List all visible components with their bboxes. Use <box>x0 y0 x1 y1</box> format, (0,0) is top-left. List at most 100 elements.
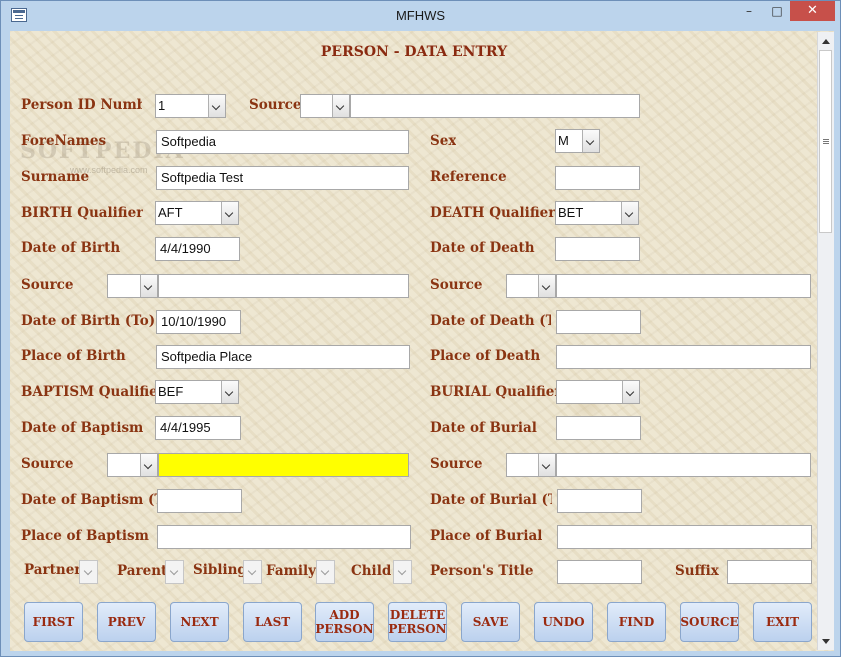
date-of-burial-input[interactable] <box>556 416 641 440</box>
source-death-combo[interactable] <box>506 274 556 298</box>
app-window: MFHWS – □ ✕ PERSON - DATA ENTRY SOFTPEDI… <box>0 0 841 657</box>
date-of-baptism-to-label: Date of Baptism (To) <box>21 492 157 508</box>
scroll-thumb[interactable] <box>819 50 832 233</box>
next-button[interactable]: NEXT <box>170 602 229 642</box>
place-of-burial-input[interactable] <box>557 525 812 549</box>
undo-button[interactable]: UNDO <box>534 602 593 642</box>
chevron-down-icon[interactable] <box>538 275 555 297</box>
chevron-down-icon[interactable] <box>221 202 238 224</box>
chevron-down-icon[interactable] <box>208 95 225 117</box>
grip-icon <box>823 139 829 140</box>
persons-title-label: Person's Title <box>430 563 534 579</box>
partner-dropdown[interactable] <box>79 560 98 584</box>
vertical-scrollbar[interactable] <box>817 32 834 650</box>
source-baptism-text[interactable] <box>158 453 409 477</box>
place-of-birth-input[interactable]: Softpedia Place <box>156 345 410 369</box>
chevron-down-icon[interactable] <box>221 381 238 403</box>
source-button[interactable]: SOURCE <box>680 602 739 642</box>
date-of-birth-to-label: Date of Birth (To) <box>21 313 156 329</box>
date-of-burial-label: Date of Burial <box>430 420 537 436</box>
source-baptism-label: Source <box>21 456 74 472</box>
sibling-dropdown[interactable] <box>243 560 262 584</box>
source-birth-combo[interactable] <box>107 274 158 298</box>
date-of-birth-to-input[interactable]: 10/10/1990 <box>156 310 241 334</box>
family-dropdown[interactable] <box>316 560 335 584</box>
surname-label: Surname <box>21 169 90 185</box>
date-of-burial-to-label: Date of Burial (To) <box>430 492 552 508</box>
suffix-input[interactable] <box>727 560 812 584</box>
chevron-down-icon[interactable] <box>622 381 639 403</box>
source-top-label: Source <box>249 97 302 113</box>
birth-qualifier-combo[interactable]: AFT <box>155 201 239 225</box>
date-of-death-label: Date of Death <box>430 240 535 256</box>
chevron-down-icon[interactable] <box>140 454 157 476</box>
forenames-label: ForeNames <box>21 133 107 149</box>
scroll-down-arrow-icon[interactable] <box>818 633 834 650</box>
persons-title-input[interactable] <box>557 560 642 584</box>
title-bar: MFHWS – □ ✕ <box>1 1 840 31</box>
chevron-down-icon[interactable] <box>621 202 638 224</box>
chevron-down-icon[interactable] <box>538 454 555 476</box>
birth-qualifier-value: AFT <box>158 205 183 220</box>
maximize-button[interactable]: □ <box>766 1 788 21</box>
date-of-death-to-label: Date of Death (To) <box>430 313 551 329</box>
prev-button[interactable]: PREV <box>97 602 156 642</box>
first-button[interactable]: FIRST <box>24 602 83 642</box>
minimize-button[interactable]: – <box>738 1 760 21</box>
date-of-death-input[interactable] <box>555 237 640 261</box>
date-of-burial-to-input[interactable] <box>557 489 642 513</box>
sex-label: Sex <box>430 133 457 149</box>
reference-input[interactable] <box>555 166 640 190</box>
date-of-birth-input[interactable]: 4/4/1990 <box>155 237 240 261</box>
delete-person-button[interactable]: DELETE PERSON <box>388 602 447 642</box>
place-of-burial-label: Place of Burial <box>430 528 543 544</box>
source-burial-text[interactable] <box>556 453 811 477</box>
chevron-down-icon[interactable] <box>582 130 599 152</box>
place-of-death-input[interactable] <box>556 345 811 369</box>
sex-value: M <box>558 133 569 148</box>
parent-dropdown[interactable] <box>165 560 184 584</box>
source-death-text[interactable] <box>556 274 811 298</box>
form-title: PERSON - DATA ENTRY <box>320 44 508 60</box>
source-top-combo[interactable] <box>300 94 350 118</box>
person-id-value: 1 <box>158 98 166 113</box>
source-baptism-combo[interactable] <box>107 453 158 477</box>
close-button[interactable]: ✕ <box>790 1 835 21</box>
place-of-baptism-label: Place of Baptism <box>21 528 149 544</box>
date-of-baptism-input[interactable]: 4/4/1995 <box>155 416 241 440</box>
forenames-input[interactable]: Softpedia <box>156 130 409 154</box>
suffix-label: Suffix <box>675 563 719 579</box>
save-button[interactable]: SAVE <box>461 602 520 642</box>
source-birth-text[interactable] <box>158 274 409 298</box>
last-button[interactable]: LAST <box>243 602 302 642</box>
death-qualifier-value: BET <box>558 205 584 220</box>
window-title: MFHWS <box>395 8 446 23</box>
death-qualifier-combo[interactable]: BET <box>555 201 639 225</box>
date-of-death-to-input[interactable] <box>556 310 641 334</box>
source-death-label: Source <box>430 277 483 293</box>
source-burial-combo[interactable] <box>506 453 556 477</box>
place-of-death-label: Place of Death <box>430 348 541 364</box>
source-top-text[interactable] <box>350 94 640 118</box>
family-label: Family <box>266 563 316 579</box>
surname-input[interactable]: Softpedia Test <box>156 166 409 190</box>
baptism-qualifier-combo[interactable]: BEF <box>155 380 239 404</box>
person-id-combo[interactable]: 1 <box>155 94 226 118</box>
add-person-button[interactable]: ADD PERSON <box>315 602 374 642</box>
baptism-qualifier-label: BAPTISM Qualifier <box>21 384 165 400</box>
form-body: PERSON - DATA ENTRY SOFTPEDIA www.softpe… <box>10 31 834 651</box>
sex-combo[interactable]: M <box>555 129 600 153</box>
place-of-baptism-input[interactable] <box>157 525 411 549</box>
child-dropdown[interactable] <box>393 560 412 584</box>
chevron-down-icon[interactable] <box>140 275 157 297</box>
chevron-down-icon[interactable] <box>332 95 349 117</box>
burial-qualifier-combo[interactable] <box>556 380 640 404</box>
date-of-baptism-to-input[interactable] <box>157 489 242 513</box>
partner-label: Partner <box>24 562 82 578</box>
place-of-birth-label: Place of Birth <box>21 348 126 364</box>
child-label: Child <box>351 563 392 579</box>
exit-button[interactable]: EXIT <box>753 602 812 642</box>
birth-qualifier-label: BIRTH Qualifier <box>21 205 144 221</box>
scroll-up-arrow-icon[interactable] <box>818 32 834 49</box>
find-button[interactable]: FIND <box>607 602 666 642</box>
